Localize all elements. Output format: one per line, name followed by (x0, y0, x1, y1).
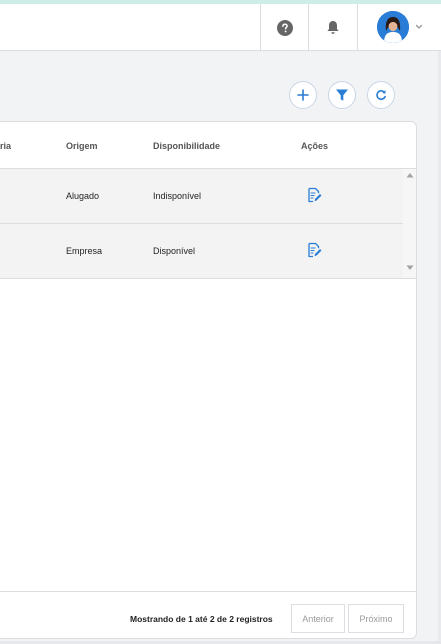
avatar[interactable] (377, 11, 409, 43)
refresh-icon (376, 90, 386, 101)
cell-disponibilidade: Disponível (153, 246, 196, 256)
chevron-down-icon (415, 24, 423, 29)
column-header-origem[interactable]: Origem (66, 141, 98, 151)
previous-page-button[interactable]: Anterior (291, 604, 345, 633)
row-divider (0, 223, 416, 224)
pagination-info: Mostrando de 1 até 2 de 2 registros (130, 614, 273, 624)
edit-icon[interactable] (306, 187, 322, 203)
cell-origem: Alugado (66, 191, 100, 201)
bell-icon (326, 21, 339, 34)
cell-origem: Empresa (66, 246, 103, 256)
table-bottom-divider (0, 278, 416, 279)
question-circle-icon (276, 19, 293, 36)
refresh-button[interactable] (367, 81, 395, 109)
next-page-button[interactable]: Próximo (348, 604, 404, 633)
user-menu[interactable] (357, 4, 441, 51)
top-header (0, 4, 441, 51)
edit-icon[interactable] (306, 242, 322, 258)
column-header-partial[interactable]: ria (0, 141, 11, 151)
vertical-scrollbar[interactable] (403, 169, 416, 278)
plus-icon (297, 89, 309, 101)
notifications-button[interactable] (308, 4, 356, 51)
column-header-acoes: Ações (301, 141, 329, 151)
scroll-down-arrow[interactable] (403, 265, 416, 275)
header-divider (0, 168, 416, 169)
filter-icon (336, 89, 348, 101)
footer-divider (0, 591, 416, 592)
filter-button[interactable] (328, 81, 356, 109)
scroll-up-arrow[interactable] (403, 172, 416, 182)
column-header-disponibilidade[interactable]: Disponibilidade (153, 141, 220, 151)
cell-disponibilidade: Indisponível (153, 191, 202, 201)
add-button[interactable] (289, 81, 317, 109)
help-button[interactable] (260, 4, 308, 51)
